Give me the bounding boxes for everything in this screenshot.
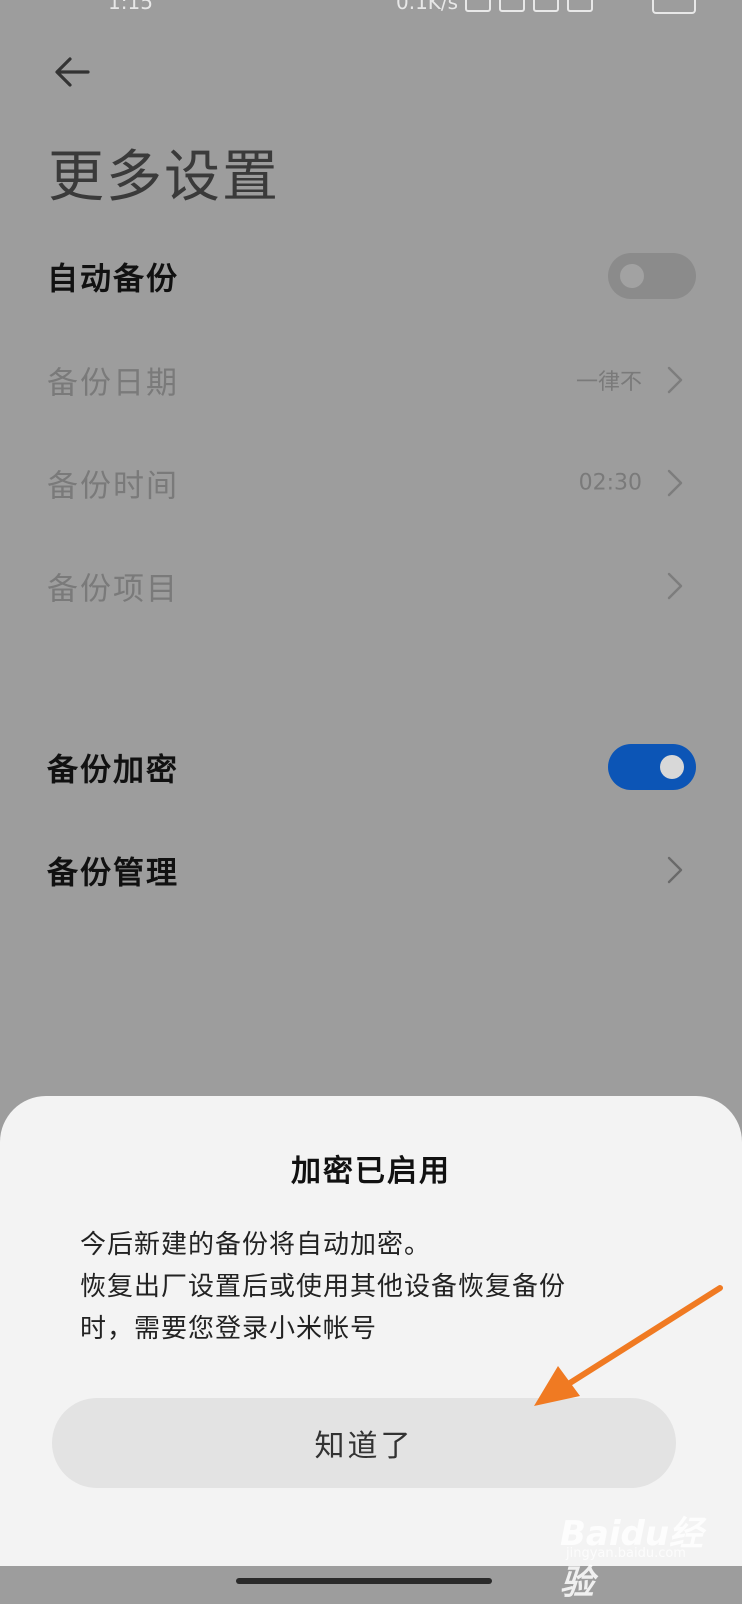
signal-icon [533,0,559,12]
status-bar: 1:15 0.1K/s [0,0,742,14]
dialog-title: 加密已启用 [291,1154,451,1189]
back-button[interactable] [48,48,96,96]
arrow-left-icon [55,57,90,87]
baidu-watermark: Baidu经验 jingyan.baidu.com [560,1500,730,1603]
backup-encryption-toggle[interactable] [608,744,696,790]
auto-backup-toggle[interactable] [608,253,696,299]
home-indicator[interactable] [236,1578,492,1584]
chevron-right-icon [667,366,683,394]
wifi-icon [567,0,593,12]
backup-management-row[interactable]: 备份管理 [0,820,742,920]
backup-items-label: 备份项目 [47,571,179,608]
backup-time-value: 02:30 [578,470,642,496]
backup-encryption-row[interactable]: 备份加密 [0,717,742,817]
backup-date-row[interactable]: 备份日期 一律不 [0,330,742,430]
toggle-knob [620,264,644,288]
backup-time-row[interactable]: 备份时间 02:30 [0,433,742,533]
backup-time-label: 备份时间 [47,468,179,505]
annotation-arrow-icon [534,1285,723,1406]
backup-date-value: 一律不 [575,370,642,395]
backup-encryption-label: 备份加密 [47,752,179,789]
chevron-right-icon [667,572,683,600]
chevron-right-icon [667,469,683,497]
alarm-icon [465,0,491,12]
toggle-knob [660,755,684,779]
page-title: 更多设置 [48,145,280,210]
backup-date-label: 备份日期 [47,365,179,402]
backup-management-label: 备份管理 [47,855,179,892]
battery-icon [652,0,696,14]
auto-backup-row[interactable]: 自动备份 [0,226,742,326]
dialog-message-line: 今后新建的备份将自动加密。 [80,1230,432,1260]
watermark-domain: jingyan.baidu.com [566,1546,686,1561]
status-time: 1:15 [108,0,153,14]
backup-items-row[interactable]: 备份项目 [0,536,742,636]
status-icons [465,0,593,12]
chevron-right-icon [667,856,683,884]
hd-icon [499,0,525,12]
auto-backup-label: 自动备份 [47,261,179,298]
network-speed: 0.1K/s [396,0,459,14]
